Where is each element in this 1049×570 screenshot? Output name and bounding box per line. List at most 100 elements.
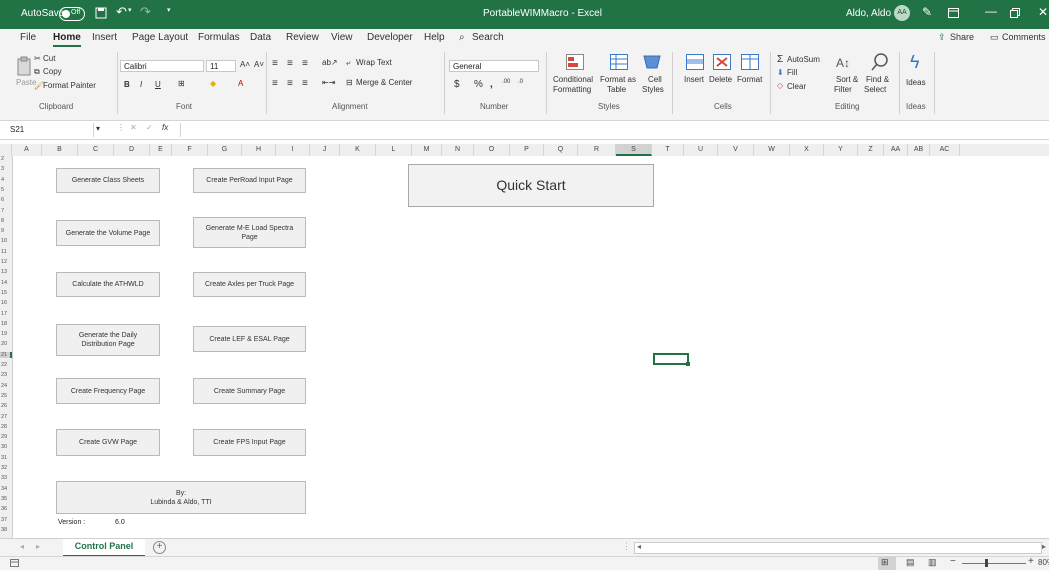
format-as-table-button-line2[interactable]: Table — [607, 85, 626, 94]
align-left-icon[interactable]: ≡ — [272, 78, 278, 89]
wrap-text-button[interactable]: Wrap Text — [356, 58, 392, 67]
sheet-tab-control-panel[interactable]: Control Panel — [63, 539, 145, 557]
column-header-v[interactable]: V — [718, 144, 754, 156]
create-lef-esal-button[interactable]: Create LEF & ESAL Page — [193, 326, 306, 352]
autosum-icon[interactable]: Σ — [777, 54, 783, 65]
find-select-button-line2[interactable]: Select — [864, 85, 886, 94]
column-header-c[interactable]: C — [78, 144, 114, 156]
find-icon[interactable] — [871, 53, 889, 71]
row-header-31[interactable]: 31 — [0, 455, 12, 462]
tab-data[interactable]: Data — [250, 32, 271, 43]
tab-page-layout[interactable]: Page Layout — [132, 32, 188, 43]
tab-home[interactable]: Home — [53, 32, 81, 47]
cut-icon[interactable]: ✂ — [34, 54, 41, 63]
row-header-3[interactable]: 3 — [0, 166, 12, 173]
create-fps-input-button[interactable]: Create FPS Input Page — [193, 429, 306, 456]
row-header-18[interactable]: 18 — [0, 321, 12, 328]
column-header-ac[interactable]: AC — [930, 144, 960, 156]
tab-file[interactable]: File — [20, 32, 36, 43]
row-header-23[interactable]: 23 — [0, 372, 12, 379]
generate-volume-page-button[interactable]: Generate the Volume Page — [56, 220, 160, 246]
row-header-16[interactable]: 16 — [0, 300, 12, 307]
column-header-n[interactable]: N — [442, 144, 474, 156]
column-header-d[interactable]: D — [114, 144, 150, 156]
bold-icon[interactable]: B — [124, 80, 130, 89]
column-header-t[interactable]: T — [652, 144, 684, 156]
pen-icon[interactable]: ✎ — [922, 5, 932, 19]
sort-filter-button[interactable]: Sort & — [836, 75, 858, 84]
comments-icon[interactable]: ▭ — [990, 32, 999, 43]
row-header-20[interactable]: 20 — [0, 341, 12, 348]
format-cells-button[interactable]: Format — [737, 75, 762, 84]
column-header-aa[interactable]: AA — [884, 144, 908, 156]
customize-toolbar-icon[interactable]: ▾ — [167, 6, 171, 14]
row-header-36[interactable]: 36 — [0, 506, 12, 513]
merge-icon[interactable]: ⊟ — [346, 78, 353, 87]
scroll-right-icon[interactable]: ▸ — [1042, 542, 1046, 551]
insert-function-icon[interactable]: fx — [162, 123, 168, 132]
eraser-icon[interactable]: ◇ — [777, 81, 783, 90]
orientation-icon[interactable]: ab↗ — [322, 58, 338, 67]
zoom-in-icon[interactable]: + — [1028, 556, 1034, 567]
row-header-11[interactable]: 11 — [0, 249, 12, 256]
tab-help[interactable]: Help — [424, 32, 445, 43]
clear-button[interactable]: Clear — [787, 82, 806, 91]
column-header-u[interactable]: U — [684, 144, 718, 156]
font-color-icon[interactable]: A — [238, 79, 243, 88]
row-header-13[interactable]: 13 — [0, 269, 12, 276]
insert-cells-icon[interactable] — [686, 54, 704, 70]
scroll-tabs-right-icon[interactable]: ▸ — [36, 542, 40, 551]
column-header-g[interactable]: G — [208, 144, 242, 156]
conditional-formatting-button-line2[interactable]: Formatting — [553, 85, 591, 94]
confirm-entry-icon[interactable]: ✓ — [146, 123, 153, 132]
undo-dropdown-icon[interactable]: ▾ — [128, 6, 132, 14]
row-header-4[interactable]: 4 — [0, 177, 12, 184]
tab-view[interactable]: View — [331, 32, 353, 43]
row-header-21[interactable]: 21 — [0, 351, 12, 359]
tab-review[interactable]: Review — [286, 32, 319, 43]
indent-icon[interactable]: ⇤⇥ — [322, 78, 335, 87]
redo-icon[interactable]: ↷ — [140, 4, 151, 20]
tab-developer[interactable]: Developer — [367, 32, 413, 43]
font-size-dropdown[interactable]: 11 — [206, 60, 236, 72]
paste-icon[interactable] — [17, 56, 31, 76]
column-header-p[interactable]: P — [510, 144, 544, 156]
worksheet-grid[interactable]: Generate Class Sheets Generate the Volum… — [13, 156, 1049, 538]
row-header-7[interactable]: 7 — [0, 208, 12, 215]
column-header-b[interactable]: B — [42, 144, 78, 156]
comma-style-icon[interactable]: , — [490, 79, 493, 90]
copy-button[interactable]: Copy — [43, 67, 62, 76]
name-box-dropdown-icon[interactable]: ▾ — [96, 124, 100, 133]
create-frequency-page-button[interactable]: Create Frequency Page — [56, 378, 160, 404]
active-cell-selection[interactable] — [653, 353, 690, 366]
share-icon[interactable]: ⇪ — [938, 32, 946, 43]
align-middle-icon[interactable]: ≡ — [287, 58, 293, 69]
quick-start-button[interactable]: Quick Start — [408, 164, 654, 207]
zoom-out-icon[interactable]: − — [950, 556, 956, 567]
find-select-button[interactable]: Find & — [866, 75, 889, 84]
row-header-29[interactable]: 29 — [0, 434, 12, 441]
align-bottom-icon[interactable]: ≡ — [302, 58, 308, 69]
tab-insert[interactable]: Insert — [92, 32, 117, 43]
merge-center-button[interactable]: Merge & Center — [356, 78, 412, 87]
format-as-table-icon[interactable] — [610, 54, 628, 70]
align-top-icon[interactable]: ≡ — [272, 58, 278, 69]
fill-icon[interactable]: ⬇ — [777, 68, 784, 77]
borders-icon[interactable]: ⊞ — [178, 79, 185, 88]
percent-icon[interactable]: % — [474, 79, 483, 90]
row-header-15[interactable]: 15 — [0, 290, 12, 297]
save-icon[interactable] — [95, 7, 107, 19]
number-format-dropdown[interactable]: General — [449, 60, 539, 72]
row-header-19[interactable]: 19 — [0, 331, 12, 338]
decrease-decimal-icon[interactable]: .0 — [518, 79, 523, 85]
format-cells-icon[interactable] — [741, 54, 759, 70]
increase-font-icon[interactable]: A˄ — [240, 60, 250, 69]
row-header-33[interactable]: 33 — [0, 475, 12, 482]
generate-class-sheets-button[interactable]: Generate Class Sheets — [56, 168, 160, 193]
zoom-level[interactable]: 80% — [1038, 558, 1049, 567]
autosave-toggle[interactable]: Off — [59, 7, 85, 21]
column-header-h[interactable]: H — [242, 144, 276, 156]
row-header-26[interactable]: 26 — [0, 403, 12, 410]
column-header-y[interactable]: Y — [824, 144, 858, 156]
cell-styles-button[interactable]: Cell — [648, 75, 662, 84]
